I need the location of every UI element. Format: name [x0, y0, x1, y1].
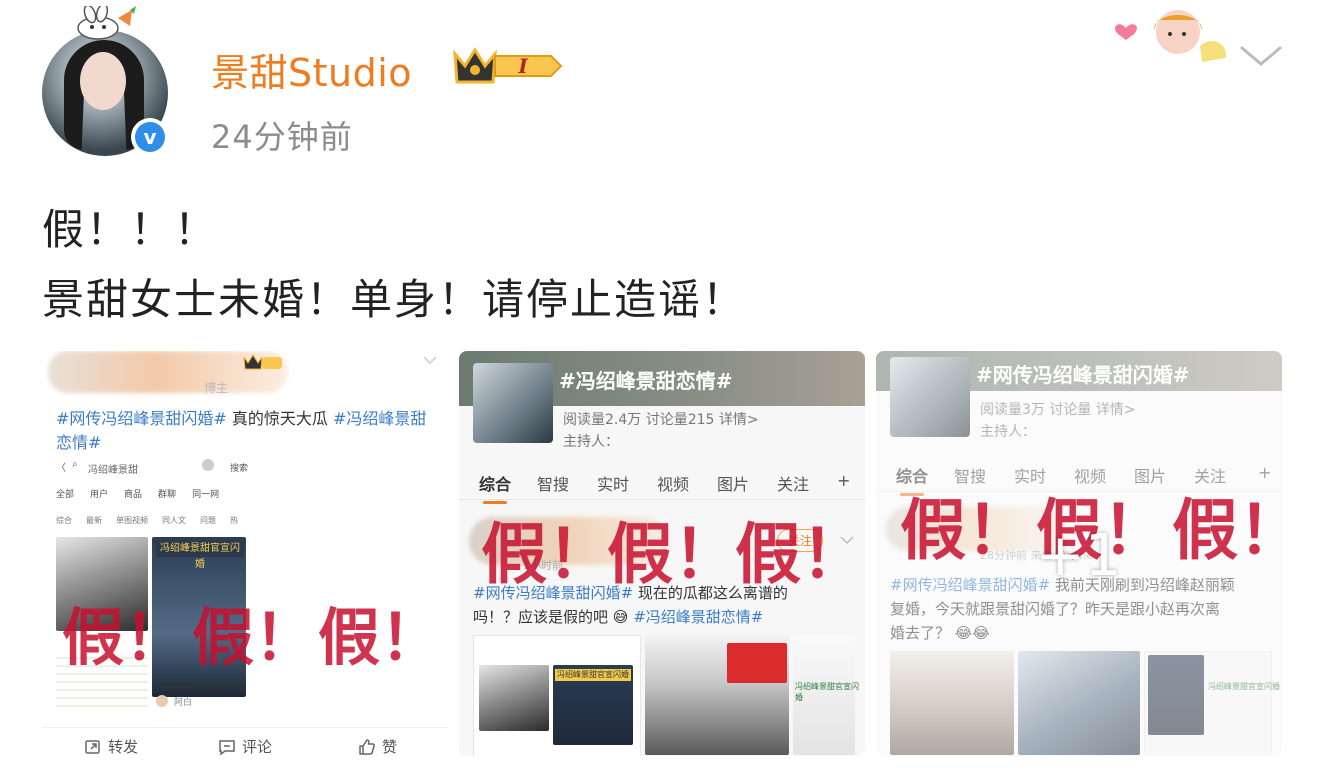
search-bar: 〈 ⌕ 冯绍峰景甜	[56, 459, 138, 476]
fake-stamp: 假！	[735, 516, 865, 593]
repost-button[interactable]: 转发	[84, 736, 138, 757]
like-button[interactable]: 赞	[358, 736, 397, 757]
chevron-down-small-icon	[423, 356, 437, 365]
post-text-line-2: 景甜女士未婚！单身！请停止造谣！	[42, 275, 747, 324]
fake-stamp: 假！	[900, 492, 1032, 569]
topic-title: #冯绍峰景甜恋情#	[559, 369, 733, 393]
chevron-down-icon[interactable]	[1238, 42, 1284, 70]
username[interactable]: 景甜Studio	[211, 42, 412, 97]
search-icon: ⌕	[72, 459, 78, 470]
post-image-2[interactable]: #冯绍峰景甜恋情# 阅读量2.4万 讨论量215 详情> 主持人： 综合 智搜 …	[459, 351, 865, 756]
repost-icon	[85, 739, 100, 754]
small-author: 阿白	[174, 698, 193, 708]
crown-small-icon	[242, 353, 284, 375]
fake-stamp: 假！	[481, 516, 613, 593]
post-text-line-1: 假！！！	[42, 205, 219, 254]
fake-stamp: 假！	[192, 601, 317, 674]
mini-title: 冯绍峰景甜官宣闪婚	[555, 669, 631, 681]
card-decoration-icon	[1115, 10, 1227, 62]
thumbs-up-icon	[359, 738, 375, 755]
red-banner	[727, 643, 787, 683]
post-image-1[interactable]: 博主 #网传冯绍峰景甜闪婚# 真的惊天大瓜 #冯绍峰景甜恋情# 〈 ⌕ 冯绍峰景…	[42, 351, 448, 756]
fake-stamp: 假！	[318, 601, 443, 674]
subtab-row: 综合 最新 单图视频 同人文 问题热	[56, 516, 238, 525]
tile1-caption: #网传冯绍峰景甜闪婚# 真的惊天大瓜 #冯绍峰景甜恋情#	[56, 409, 427, 452]
image-title-strip: 冯绍峰景甜官宣闪婚	[156, 541, 244, 570]
photo-man-small	[479, 665, 549, 731]
topic-tabs: 综合 智搜 实时 视频 图片 关注 +	[459, 463, 865, 504]
rabbit-decoration-icon	[77, 6, 136, 40]
crown-level-badge-icon: I	[453, 47, 563, 84]
mini-title-2: 冯绍峰景甜官宣闪婚	[795, 682, 859, 702]
comment-icon	[219, 739, 235, 755]
topic-host: 主持人：	[563, 434, 619, 450]
comment-button[interactable]: 评论	[218, 736, 272, 757]
filter-row: 全部 用户 商品 群聊 同一网	[56, 490, 220, 500]
more-images-count[interactable]: +1	[1036, 521, 1122, 589]
clear-icon	[202, 459, 214, 471]
level-number: I	[517, 54, 528, 78]
image-caption: 冯绍峰景甜官宣闪婚	[156, 683, 246, 694]
post-timestamp: 24分钟前	[211, 118, 353, 156]
small-avatar	[156, 695, 168, 707]
blurred-badge: 博主	[204, 381, 229, 395]
topic-thumbnail	[473, 363, 553, 443]
verified-badge-icon: v	[131, 118, 169, 156]
post-image-3[interactable]: #网传冯绍峰景甜闪婚# 阅读量3万 讨论量 详情> 主持人： 综合 智搜 实时 …	[876, 351, 1282, 756]
fake-stamp: 假！	[607, 516, 739, 593]
fake-stamp: 假！	[1172, 492, 1282, 569]
search-button: 搜索	[230, 464, 249, 474]
fake-stamp: 假！	[62, 601, 187, 674]
topic-stats: 阅读量2.4万 讨论量215 详情>	[563, 412, 759, 428]
